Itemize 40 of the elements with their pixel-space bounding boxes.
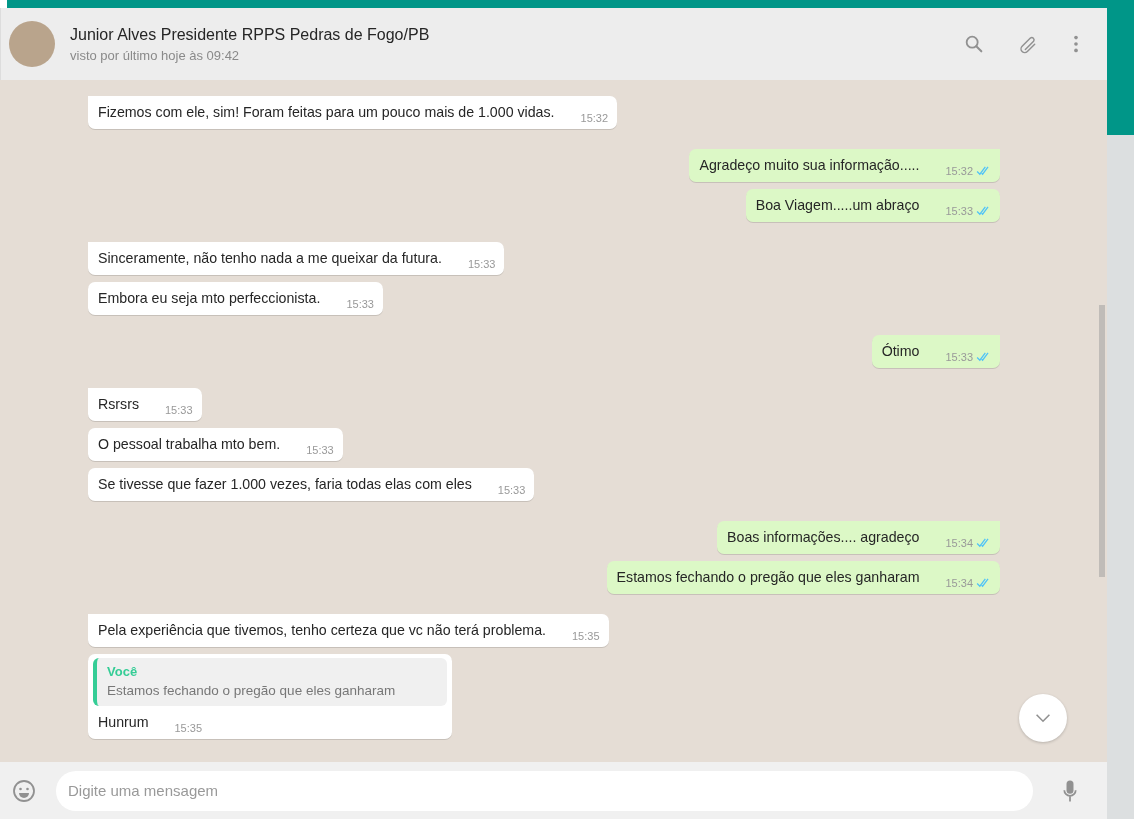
message-time: 15:33 (346, 298, 374, 310)
message-time: 15:34 (945, 577, 973, 589)
message-text: Boas informações.... agradeço (727, 528, 920, 547)
message-text: Estamos fechando o pregão que eles ganharam (616, 568, 920, 587)
message-time: 15:33 (467, 258, 496, 270)
message-text: Sinceramente, não tenho nada a me queixar da futura. (98, 249, 442, 268)
quoted-author: Você (107, 664, 139, 679)
message-time: 15:32 (580, 112, 609, 124)
message-text: Boa Viagem.....um abraço (755, 196, 920, 215)
message-time: 15:33 (165, 404, 193, 416)
message-text: Rsrsrs (98, 395, 139, 414)
message-text: Pela experiência que tivemos, tenho certeza que vc não terá problema. (98, 621, 546, 640)
contact-name: Junior Alves Presidente RPPS Pedras de Fogo/PB (70, 25, 431, 44)
emoji-icon[interactable] (12, 778, 36, 803)
message-time: 15:33 (945, 205, 973, 217)
message-text: Fizemos com ele, sim! Foram feitas para um pouco mais de 1.000 vidas. (98, 103, 555, 122)
message-text: Hunrum (98, 713, 149, 732)
message-time: 15:33 (945, 351, 973, 363)
message-text: Ótimo (881, 342, 920, 361)
message-text: Se tivesse que fazer 1.000 vezes, faria todas elas com eles (98, 475, 472, 494)
last-seen-status: visto por último hoje às 09:42 (70, 47, 241, 63)
scroll-down-button[interactable] (1019, 694, 1067, 742)
scrollbar-thumb[interactable] (1099, 305, 1105, 577)
message-time: 15:35 (174, 722, 202, 734)
menu-icon[interactable] (1073, 33, 1079, 55)
message-time: 15:35 (571, 630, 600, 642)
message-text: Embora eu seja mto perfeccionista. (98, 289, 321, 308)
chevron-down-icon (1035, 713, 1051, 723)
message-text: Agradeço muito sua informação..... (699, 156, 920, 175)
avatar[interactable] (9, 21, 55, 67)
quoted-message[interactable]: Você Estamos fechando o pregão que eles ganharam (93, 658, 447, 706)
message-time: 15:33 (497, 484, 526, 496)
quoted-text: Estamos fechando o pregão que eles ganharam (107, 683, 397, 698)
message-time: 15:33 (306, 444, 334, 456)
microphone-icon[interactable] (1063, 778, 1077, 803)
message-input[interactable]: Digite uma mensagem (56, 770, 1033, 811)
message-text: O pessoal trabalha mto bem. (98, 435, 281, 454)
search-icon[interactable] (963, 33, 985, 55)
message-time: 15:34 (945, 537, 973, 549)
message-time: 15:32 (945, 165, 973, 177)
